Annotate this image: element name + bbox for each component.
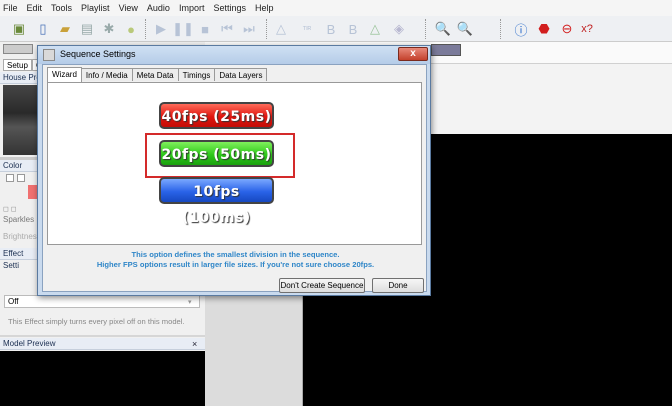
tab-data-layers[interactable]: Data Layers <box>214 68 268 81</box>
menu-tools[interactable]: Tools <box>51 3 72 13</box>
menu-settings[interactable]: Settings <box>213 3 246 13</box>
dialog-app-icon <box>43 49 55 61</box>
info-line-2: Higher FPS options result in larger file… <box>96 260 375 269</box>
dialog-close-button[interactable]: x <box>398 47 428 61</box>
color-header: Color <box>0 160 38 172</box>
color-checkbox[interactable] <box>6 174 14 182</box>
settings-disc-icon[interactable]: ● <box>122 20 140 38</box>
tab-meta-data[interactable]: Meta Data <box>131 68 179 81</box>
dialog-body: Wizard Info / Media Meta Data Timings Da… <box>42 64 428 293</box>
menu-audio[interactable]: Audio <box>147 3 170 13</box>
tab-setup[interactable]: Setup <box>3 59 32 71</box>
menu-edit[interactable]: Edit <box>27 3 43 13</box>
bold-b-icon[interactable]: B <box>322 20 340 38</box>
color-checkbox-2[interactable] <box>17 174 25 182</box>
tab-wizard[interactable]: Wizard <box>47 67 82 82</box>
fps20-button[interactable]: 20fps (50ms) <box>159 140 274 167</box>
menu-import[interactable]: Import <box>179 3 205 13</box>
fast-forward-icon[interactable]: ⏭ <box>240 20 258 38</box>
menu-file[interactable]: File <box>3 3 18 13</box>
close-icon[interactable]: × <box>192 338 197 350</box>
sparkles-label: Sparkles <box>3 215 35 224</box>
pause-icon[interactable]: ❚❚ <box>172 20 194 38</box>
sequence-settings-dialog: Sequence Settings x Wizard Info / Media … <box>37 45 431 296</box>
dialog-title: Sequence Settings <box>60 49 136 59</box>
play-icon[interactable]: ▶ <box>152 20 170 38</box>
menu-bar: File Edit Tools Playlist View Audio Impo… <box>0 0 672 16</box>
save-icon[interactable]: ▤ <box>78 20 96 38</box>
fps10-button[interactable]: 10fps (100ms) <box>159 177 274 226</box>
dont-create-sequence-button[interactable]: Don't Create Sequence <box>279 278 365 293</box>
menu-help[interactable]: Help <box>255 3 274 13</box>
color-dots: ◻ ◻ <box>3 206 17 213</box>
main-toolbar: ▣ ▯ ▰ ▤ ✱ ● ▶ ❚❚ ■ ⏮ ⏭ △ ᵀᴵᴿ B B △ ◈ 🔍 🔍… <box>0 16 672 42</box>
brightness-label: Brightnes <box>3 232 37 241</box>
house-preview-image <box>3 85 38 155</box>
mini-thumb-icon[interactable] <box>431 44 461 56</box>
render-icon[interactable]: ✱ <box>100 20 118 38</box>
new-file-icon[interactable]: ▯ <box>34 20 52 38</box>
info-line-1: This option defines the smallest divisio… <box>131 250 340 259</box>
effect-description: This Effect simply turns every pixel off… <box>8 317 185 326</box>
stop-icon[interactable]: ■ <box>196 20 214 38</box>
b-icon[interactable]: B <box>344 20 362 38</box>
triangle-icon[interactable]: △ <box>272 20 290 38</box>
chevron-down-icon: ▾ <box>188 299 192 306</box>
warning-triangle-icon[interactable]: △ <box>366 20 384 38</box>
stop-sign-icon[interactable]: ⬣ <box>535 20 553 38</box>
done-button[interactable]: Done <box>372 278 424 293</box>
model-preview-header: Model Preview <box>0 338 205 350</box>
tab-info-media[interactable]: Info / Media <box>80 68 133 81</box>
info-icon[interactable]: ⓘ <box>512 20 530 38</box>
rewind-icon[interactable]: ⏮ <box>218 20 236 38</box>
window-thumb <box>3 44 33 54</box>
zoom-in-icon[interactable]: 🔍 <box>434 20 452 38</box>
sequencer-icon[interactable]: ▣ <box>10 20 28 38</box>
diamond-icon[interactable]: ◈ <box>390 20 408 38</box>
fps40-button[interactable]: 40fps (25ms) <box>159 102 274 129</box>
x-help-icon[interactable]: x? <box>578 20 596 38</box>
tab-timings[interactable]: Timings <box>177 68 216 81</box>
open-folder-icon[interactable]: ▰ <box>56 20 74 38</box>
dialog-titlebar[interactable]: Sequence Settings x <box>38 46 430 64</box>
menu-playlist[interactable]: Playlist <box>81 3 110 13</box>
fade-icon[interactable]: ᵀᴵᴿ <box>298 20 316 38</box>
wizard-info: This option defines the smallest divisio… <box>43 250 428 270</box>
effect-settings-header: Effect Setti <box>0 248 38 270</box>
dialog-tabs: Wizard Info / Media Meta Data Timings Da… <box>47 67 268 82</box>
menu-view[interactable]: View <box>119 3 138 13</box>
wizard-panel: 40fps (25ms) 20fps (50ms) 10fps (100ms) <box>47 82 422 245</box>
model-preview-canvas <box>0 351 205 406</box>
zoom-out-icon[interactable]: 🔍 <box>456 20 474 38</box>
effect-select[interactable]: Off <box>4 295 200 308</box>
stop-circle-icon[interactable]: ⊖ <box>558 20 576 38</box>
